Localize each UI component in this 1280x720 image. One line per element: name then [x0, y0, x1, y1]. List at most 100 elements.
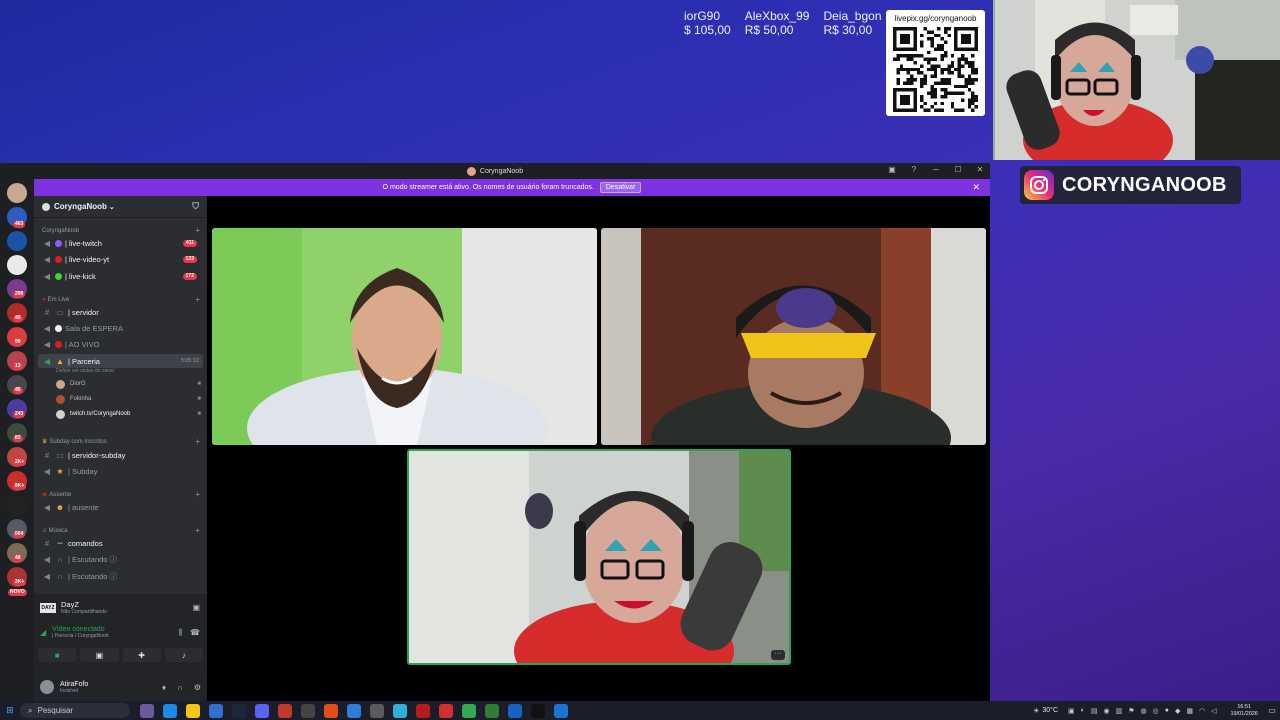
plus-icon[interactable]: + [195, 526, 200, 535]
microphone-icon[interactable]: ♦ [162, 683, 166, 692]
signal-icon[interactable]: ◢ [40, 628, 46, 637]
plus-icon[interactable]: + [195, 490, 200, 499]
maximize-button[interactable]: ☐ [952, 165, 964, 174]
channel-comandos[interactable]: # ━ comandos [38, 536, 203, 550]
tray-icon[interactable]: ⚑ [1128, 707, 1134, 715]
soundboard-button[interactable]: ♪ [164, 648, 203, 662]
channel-ausente[interactable]: ◀ ☻ | ausente [38, 500, 203, 514]
app-icon[interactable] [347, 703, 361, 718]
app-icon[interactable] [416, 703, 430, 718]
channel-live-video-yt[interactable]: ◀ | live-video-yt 123 [38, 252, 203, 266]
help-icon[interactable]: ? [908, 165, 920, 174]
activities-button[interactable]: ✚ [122, 648, 161, 662]
wifi-icon[interactable]: ◠ [1199, 707, 1205, 715]
plus-icon[interactable]: + [195, 437, 200, 446]
app-icon[interactable] [485, 703, 499, 718]
channel-label: | Escutando ⓘ [68, 554, 118, 564]
add-member-icon[interactable]: ⛉ [192, 201, 199, 212]
disconnect-icon[interactable]: ☎ [190, 628, 200, 638]
channel-servidor[interactable]: # ▭ | servidor [38, 305, 203, 319]
discord-icon[interactable] [255, 703, 269, 718]
store-icon[interactable] [209, 703, 223, 718]
edge-icon[interactable] [163, 703, 177, 718]
plus-icon[interactable]: + [195, 226, 200, 235]
clock[interactable]: 16:51 19/01/2026 [1230, 704, 1258, 718]
firefox-icon[interactable] [324, 703, 338, 718]
tray-icon[interactable]: ▤ [1091, 707, 1098, 715]
close-button[interactable]: ✕ [974, 165, 986, 174]
channel-servidor-subday[interactable]: # ▭ | servidor-subday [38, 448, 203, 462]
app-icon[interactable] [370, 703, 384, 718]
app-icon[interactable] [508, 703, 522, 718]
tray-icon[interactable]: ◆ [1175, 707, 1180, 715]
more-options-icon[interactable]: ··· [771, 650, 785, 660]
tray-icon[interactable]: ◐ [1081, 707, 1085, 715]
file-explorer-icon[interactable] [186, 703, 200, 718]
game-activity: DAYZ DayZ Não Compartilhando ▣ [40, 600, 200, 615]
gear-icon[interactable]: ⚙ [194, 683, 201, 692]
screen-share-button[interactable]: ▣ [80, 648, 119, 662]
channel-subday[interactable]: ◀ ★ | Subday [38, 464, 203, 478]
app-icon[interactable] [301, 703, 315, 718]
tray-icon[interactable]: ● [1165, 707, 1169, 715]
weather-widget[interactable]: ☀ 30°C [1033, 707, 1058, 715]
tray-icon[interactable]: ◍ [1141, 707, 1147, 715]
channel-escutando[interactable]: ◀ ∩ | Escutando ⓘ [38, 569, 203, 583]
tray-icon[interactable]: ▣ [1068, 707, 1075, 715]
windows-start-icon[interactable]: ⊞ [0, 705, 20, 716]
app-icon[interactable] [554, 703, 568, 718]
chrome-icon[interactable] [462, 703, 476, 718]
category-header[interactable]: ♫ Música + [42, 526, 200, 535]
tiktok-icon[interactable] [531, 703, 545, 718]
server-icon[interactable] [7, 495, 27, 515]
plus-icon[interactable]: + [195, 295, 200, 304]
channel-live-twitch[interactable]: ◀ | live-twitch 411 [38, 236, 203, 250]
noise-suppression-icon[interactable]: ⫼ [178, 628, 182, 638]
tray-icon[interactable]: ▦ [1186, 707, 1193, 715]
banner-text: O modo streamer está ativo. Os nomes de … [382, 184, 594, 191]
donation-item: Deia_bgon R$ 30,00 [823, 9, 881, 37]
app-icon[interactable] [393, 703, 407, 718]
video-tile[interactable] [601, 228, 986, 445]
task-view-icon[interactable] [140, 703, 154, 718]
taskbar-search[interactable]: ⌕ Pesquisar [20, 703, 130, 718]
app-icon[interactable] [278, 703, 292, 718]
notification-icon[interactable]: ▭ [1264, 706, 1280, 715]
channel-parceria[interactable]: ◀ ▲ | Parceria 3:05:12 [38, 354, 203, 368]
server-icon[interactable] [7, 183, 27, 203]
category-header[interactable]: ♛ Subday com Inscritos + [42, 437, 200, 446]
steam-icon[interactable] [232, 703, 246, 718]
voice-channel-link[interactable]: | Parceria / CoryngaNoob [52, 633, 108, 639]
call-timer: 3:05:12 [180, 358, 199, 364]
tray-icon[interactable]: ▥ [1116, 707, 1123, 715]
server-icon[interactable] [7, 231, 27, 251]
voice-member[interactable]: Fokinha ■ [56, 393, 201, 405]
camera-button[interactable]: ■ [38, 648, 77, 662]
channel-sala-de-espera[interactable]: ◀ Sala de ESPERA [38, 321, 203, 335]
close-icon[interactable]: ✕ [972, 182, 980, 193]
category-header[interactable]: ◉ Ausente + [42, 490, 200, 499]
server-header[interactable]: CoryngaNoob ⌄ ⛉ [34, 196, 207, 218]
channel-escutando[interactable]: ◀ ∩ | Escutando ⓘ [38, 552, 203, 566]
inbox-icon[interactable]: ▣ [886, 165, 898, 174]
video-tile-speaking[interactable]: ··· [407, 449, 791, 665]
app-icon[interactable] [439, 703, 453, 718]
avatar[interactable] [40, 680, 54, 694]
channel-ao-vivo[interactable]: ◀ | AO VIVO [38, 337, 203, 351]
video-tile[interactable] [212, 228, 597, 445]
tray-icon[interactable]: ◎ [1153, 707, 1159, 715]
headphones-icon[interactable]: ∩ [177, 683, 183, 692]
window-controls: ▣ ? ─ ☐ ✕ [886, 165, 986, 174]
channel-status-hint[interactable]: Definir um status do canal [56, 368, 114, 374]
voice-member[interactable]: twitch.tv/CoryngaNoob ■ [56, 408, 201, 420]
category-header[interactable]: CoryngaNoob + [42, 226, 200, 235]
tray-icon[interactable]: ◉ [1103, 707, 1109, 715]
server-icon[interactable] [7, 255, 27, 275]
channel-live-kick[interactable]: ◀ | live-kick 172 [38, 269, 203, 283]
disable-streamer-mode-button[interactable]: Desativar [599, 182, 642, 193]
voice-member[interactable]: DiorG ■ [56, 378, 201, 390]
minimize-button[interactable]: ─ [930, 165, 942, 174]
category-header[interactable]: ● Em Live + [42, 295, 200, 304]
screen-share-icon[interactable]: ▣ [192, 603, 200, 612]
volume-icon[interactable]: ◁ [1211, 707, 1216, 715]
